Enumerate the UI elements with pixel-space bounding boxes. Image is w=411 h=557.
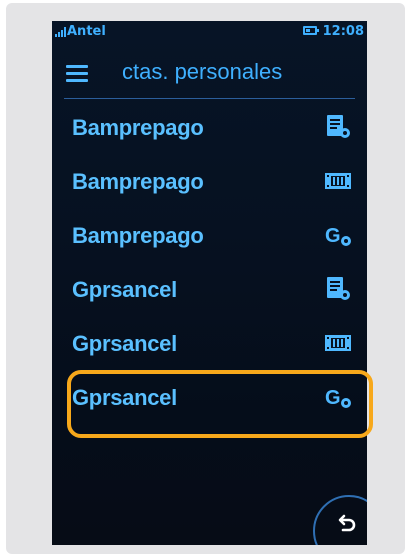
list-item[interactable]: Gprsancel bbox=[52, 317, 367, 371]
film-strip-icon bbox=[325, 173, 351, 189]
svg-text:G: G bbox=[325, 225, 341, 247]
document-settings-icon bbox=[327, 115, 350, 138]
hamburger-menu-icon[interactable] bbox=[66, 65, 88, 83]
list-item[interactable]: Gprsancel bbox=[52, 263, 367, 317]
account-name: Bamprepago bbox=[72, 223, 204, 248]
g-settings-icon: G bbox=[325, 225, 351, 247]
status-bar: Antel 12:08 bbox=[52, 21, 367, 43]
back-button[interactable] bbox=[313, 495, 367, 545]
film-strip-icon bbox=[325, 335, 351, 351]
account-name: Gprsancel bbox=[72, 331, 177, 356]
account-name: Gprsancel bbox=[72, 277, 177, 302]
list-item[interactable]: Bamprepago bbox=[52, 101, 367, 155]
back-arrow-icon bbox=[338, 514, 356, 532]
list-item[interactable]: Bamprepago bbox=[52, 155, 367, 209]
clock: 12:08 bbox=[322, 24, 364, 39]
phone-screen: Antel 12:08 ctas. personales Bamprepago … bbox=[52, 21, 367, 545]
title-divider bbox=[64, 98, 355, 99]
account-name: Bamprepago bbox=[72, 169, 204, 194]
list-item[interactable]: Bamprepago G bbox=[52, 209, 367, 263]
title-bar: ctas. personales bbox=[52, 55, 367, 95]
signal-icon bbox=[55, 27, 67, 37]
highlight-annotation bbox=[67, 370, 373, 438]
page-title: ctas. personales bbox=[122, 59, 283, 84]
carrier-name: Antel bbox=[67, 24, 106, 39]
battery-icon bbox=[303, 26, 319, 35]
document-settings-icon bbox=[327, 277, 350, 300]
account-name: Bamprepago bbox=[72, 115, 204, 140]
